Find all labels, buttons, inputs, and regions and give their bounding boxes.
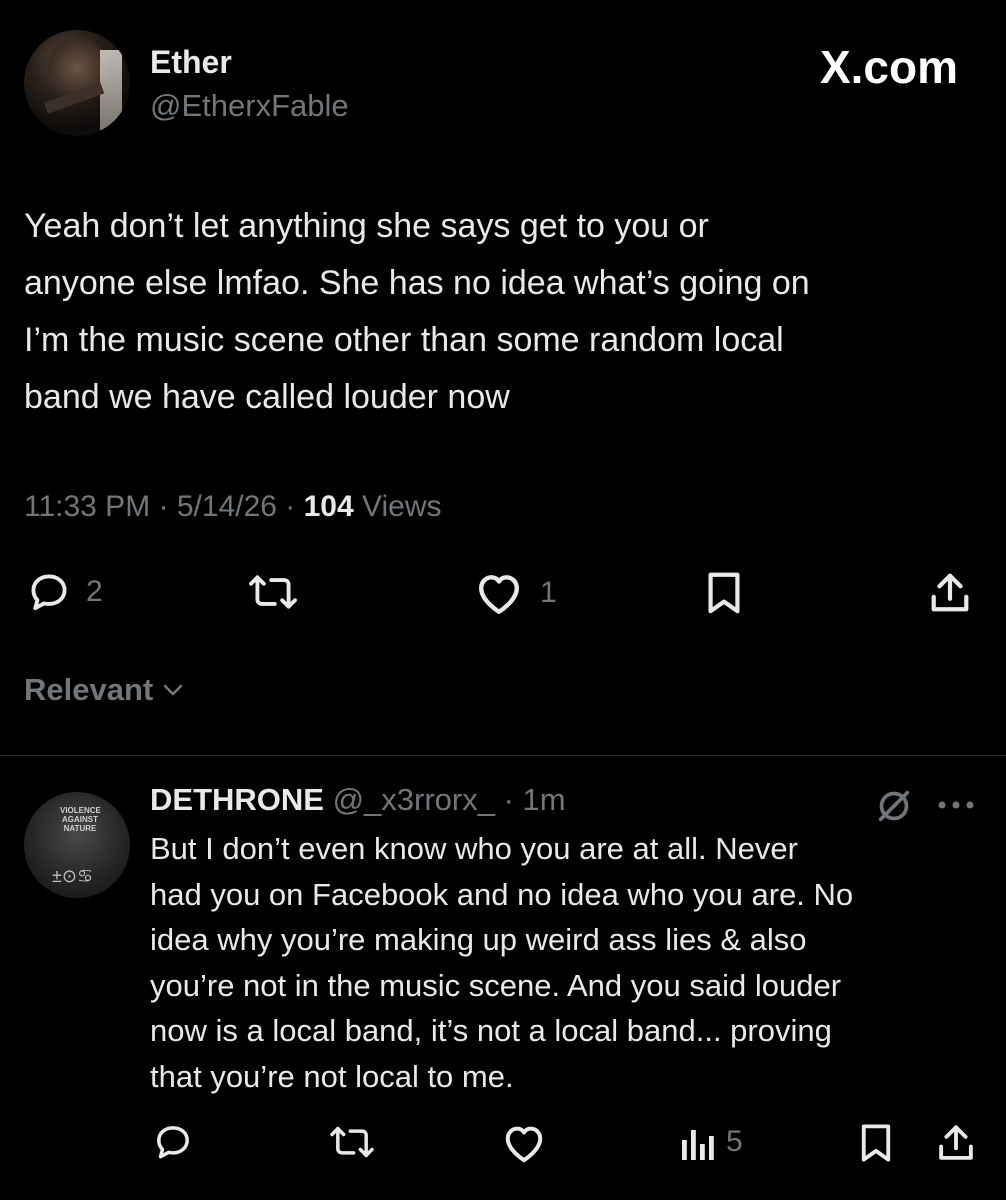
reply-share-button[interactable] [936, 1122, 976, 1164]
avatar-glyphs: ±⊙♋ [52, 866, 94, 886]
reply-views-button[interactable]: 5 [680, 1122, 743, 1162]
meta-separator: · [276, 490, 304, 523]
like-button[interactable]: 1 [472, 570, 557, 616]
reply-count: 2 [86, 575, 103, 608]
chevron-down-icon [161, 680, 185, 700]
heart-icon [472, 570, 526, 616]
share-icon [936, 1122, 976, 1164]
share-icon [928, 570, 972, 616]
reply-repost-button[interactable] [326, 1122, 378, 1162]
tweet-text: Yeah don’t let anything she says get to … [24, 207, 810, 416]
divider [0, 755, 1006, 756]
views-icon [680, 1122, 716, 1162]
repost-button[interactable] [244, 570, 302, 614]
reply-text: But I don’t even know who you are at all… [150, 831, 854, 1094]
reply-author-name[interactable]: DETHRONE [150, 782, 324, 818]
header-separator: · [494, 782, 523, 817]
meta-space [354, 490, 362, 524]
meta-separator: · [150, 490, 177, 523]
views-label: Views [362, 490, 442, 523]
heart-icon [500, 1122, 548, 1164]
reply-bookmark-button[interactable] [858, 1122, 894, 1164]
bookmark-icon [858, 1122, 894, 1164]
reply-age[interactable]: 1m [523, 782, 566, 818]
more-icon[interactable] [934, 798, 978, 812]
reply-author-handle[interactable]: @_x3rrorx_ [333, 782, 495, 818]
repost-icon [244, 570, 302, 614]
author-handle[interactable]: @EtherxFable [150, 88, 349, 124]
views-count: 104 [303, 490, 354, 523]
bookmark-button[interactable] [704, 570, 744, 616]
author-avatar[interactable] [24, 30, 130, 136]
share-button[interactable] [928, 570, 972, 616]
author-name[interactable]: Ether [150, 44, 232, 81]
avatar-text: VIOLENCE AGAINST NATURE [60, 806, 101, 833]
bookmark-icon [704, 570, 744, 616]
grok-icon[interactable] [874, 786, 914, 826]
like-count: 1 [540, 576, 557, 609]
reply-button[interactable]: 2 [26, 570, 103, 614]
reply-sort-dropdown[interactable]: Relevant [24, 672, 185, 708]
tweet-meta: 11:33 PM · 5/14/26 · 104 Views [24, 490, 442, 524]
tweet-time[interactable]: 11:33 PM [24, 490, 150, 524]
reply-views-count: 5 [726, 1125, 743, 1158]
site-label: X.com [819, 41, 958, 93]
reply-icon [152, 1122, 194, 1162]
reply-reply-button[interactable] [152, 1122, 194, 1162]
repost-icon [326, 1122, 378, 1162]
reply-sort-label: Relevant [24, 672, 154, 707]
reply-header: DETHRONE @_x3rrorx_ · 1m [150, 782, 566, 818]
reply-author-avatar[interactable]: VIOLENCE AGAINST NATURE ±⊙♋ [24, 792, 130, 898]
tweet-date[interactable]: 5/14/26 [177, 490, 277, 524]
header-space [324, 782, 333, 818]
reply-icon [26, 570, 72, 614]
reply-like-button[interactable] [500, 1122, 548, 1164]
